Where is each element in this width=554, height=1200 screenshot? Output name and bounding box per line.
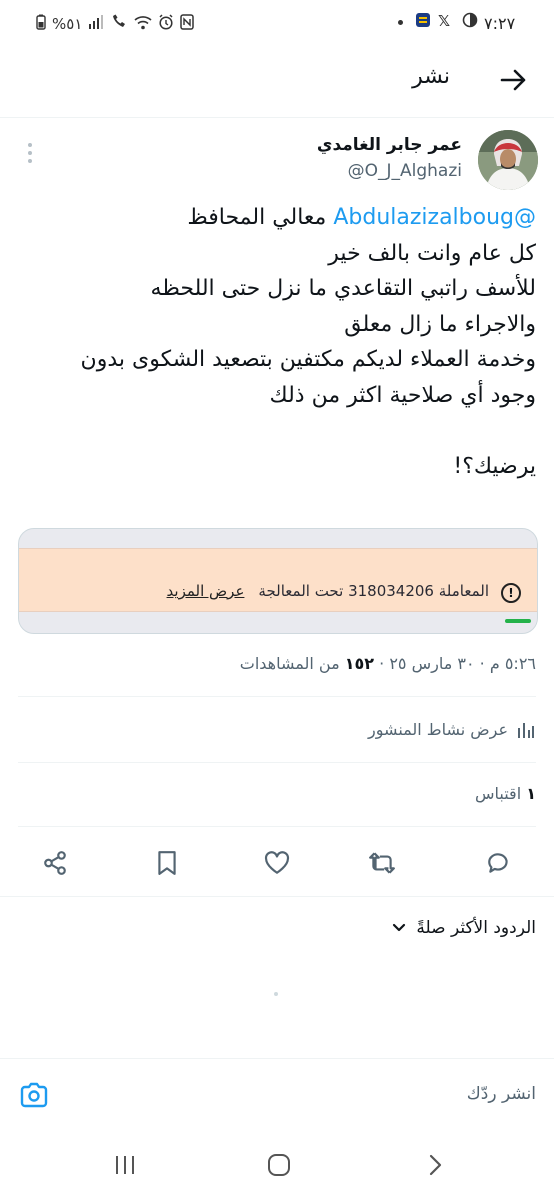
analytics-icon <box>518 722 534 738</box>
share-icon <box>44 851 66 875</box>
avatar[interactable] <box>478 130 538 190</box>
like-icon <box>264 851 290 874</box>
author-handle[interactable]: @O_J_Alghazi <box>348 161 462 181</box>
exclamation-circle-icon: ! <box>501 583 521 603</box>
alarm-icon <box>158 14 174 34</box>
quotes-divider <box>18 826 536 827</box>
post-body: كل عام وانت بالف خير للأسف راتبي التقاعد… <box>80 240 536 479</box>
recent-apps-button[interactable] <box>110 1150 140 1180</box>
reply-button[interactable] <box>482 846 516 880</box>
battery-percent: %٥١ <box>52 15 83 33</box>
share-button[interactable] <box>38 846 72 880</box>
signal-icon <box>88 15 104 33</box>
page-title: نشر <box>412 64 450 89</box>
status-bar: ٧:٢٧ 𝕏 %٥١ <box>0 0 554 48</box>
reply-input[interactable]: انشر ردّك <box>467 1084 536 1104</box>
notification-dot-icon <box>398 20 403 25</box>
alert-banner: ! المعاملة 318034206 تحت المعالجة عرض الم… <box>19 548 537 612</box>
post-date: ٣٠ مارس ٢٥ <box>389 654 475 673</box>
actions-divider <box>0 896 554 897</box>
bank-app-icon <box>415 12 431 32</box>
reply-icon <box>488 853 508 873</box>
more-vertical-icon <box>28 143 32 163</box>
repost-button[interactable] <box>365 846 399 880</box>
post-activity-link[interactable]: عرض نشاط المنشور <box>368 720 536 739</box>
view-more-link: عرض المزيد <box>166 582 245 600</box>
replies-sort-dropdown[interactable]: الردود الأكثر صلةً <box>392 918 536 938</box>
alert-text-group: المعاملة 318034206 تحت المعالجة عرض المزي… <box>167 582 489 600</box>
post-meta: ٥:٢٦ م · ٣٠ مارس ٢٥ · ١٥٢ من المشاهدات <box>239 654 536 673</box>
repost-icon <box>369 852 395 874</box>
x-app-icon: 𝕏 <box>438 12 451 30</box>
views-label: من المشاهدات <box>239 654 340 673</box>
post-time: ٥:٢٦ م <box>489 654 536 673</box>
arrow-right-icon <box>500 69 526 91</box>
home-button[interactable] <box>264 1150 294 1180</box>
mention-link[interactable]: @Abdulazizalboug <box>333 205 536 230</box>
activity-divider <box>18 762 536 763</box>
quotes-label: اقتباس <box>474 784 522 803</box>
like-button[interactable] <box>260 846 294 880</box>
loading-dot <box>274 992 278 996</box>
recent-apps-icon <box>116 1156 134 1174</box>
bookmark-icon <box>158 851 176 875</box>
author-name[interactable]: عمر جابر الغامدي <box>317 135 462 155</box>
status-left-group: %٥١ <box>36 14 195 34</box>
camera-button[interactable] <box>18 1079 50 1111</box>
replies-sort-label: الردود الأكثر صلةً <box>416 918 536 938</box>
wifi-call-icon <box>110 14 128 34</box>
quotes-count: ١ <box>526 784 536 803</box>
nfc-icon <box>180 14 195 34</box>
post-text: @Abdulazizalboug معالي المحافظ كل عام وا… <box>16 200 536 484</box>
dark-mode-icon <box>462 12 478 32</box>
progress-indicator <box>505 619 531 623</box>
activity-label: عرض نشاط المنشور <box>368 720 508 739</box>
composer-divider <box>0 1058 554 1059</box>
post-image[interactable]: ! المعاملة 318034206 تحت المعالجة عرض الم… <box>18 528 538 634</box>
quotes-link[interactable]: ١ اقتباس <box>475 784 536 803</box>
back-button[interactable] <box>496 62 532 98</box>
header-divider <box>0 117 554 118</box>
chevron-right-icon <box>429 1154 442 1176</box>
more-options-button[interactable] <box>22 140 38 166</box>
camera-icon <box>20 1082 48 1108</box>
meta-divider <box>18 696 536 697</box>
chevron-down-icon <box>393 923 406 932</box>
home-icon <box>268 1154 290 1176</box>
views-count: ١٥٢ <box>344 654 375 673</box>
battery-icon <box>36 14 46 34</box>
bookmark-button[interactable] <box>150 846 184 880</box>
back-nav-button[interactable] <box>420 1150 450 1180</box>
post-text-opening: معالي المحافظ <box>187 205 327 230</box>
wifi-icon <box>134 15 152 34</box>
alert-text: المعاملة 318034206 تحت المعالجة <box>258 582 489 600</box>
status-time: ٧:٢٧ <box>484 14 516 33</box>
